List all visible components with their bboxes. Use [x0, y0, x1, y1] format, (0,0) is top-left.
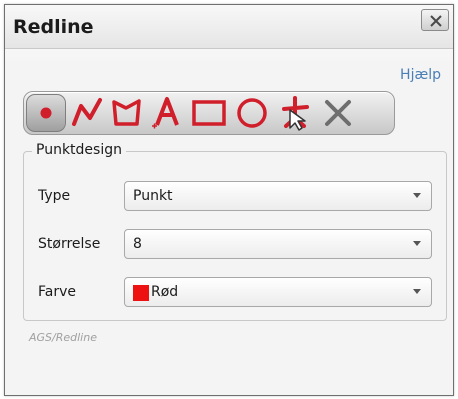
- type-select[interactable]: Punkt: [124, 181, 432, 211]
- color-swatch: [133, 285, 149, 301]
- module-path: AGS/Redline: [29, 331, 97, 344]
- circle-icon: [237, 98, 267, 128]
- color-label: Farve: [38, 284, 77, 300]
- polyline-tool-button[interactable]: [68, 94, 106, 132]
- point-tool-button[interactable]: [26, 94, 66, 132]
- polygon-tool-button[interactable]: [108, 94, 146, 132]
- dialog-title: Redline: [13, 16, 94, 38]
- color-value: Rød: [151, 284, 179, 300]
- circle-tool-button[interactable]: [232, 94, 272, 132]
- size-select[interactable]: 8: [124, 229, 432, 259]
- delete-tool-button[interactable]: [318, 94, 358, 132]
- size-value: 8: [133, 236, 142, 252]
- chevron-down-icon: [413, 289, 421, 294]
- point-icon: [40, 107, 52, 119]
- point-design-legend: Punktdesign: [32, 142, 126, 158]
- move-tool-button[interactable]: [274, 94, 316, 132]
- type-label: Type: [38, 188, 71, 204]
- help-link[interactable]: Hjælp: [400, 67, 441, 83]
- text-icon: [152, 97, 179, 129]
- close-button[interactable]: [421, 9, 449, 31]
- chevron-down-icon: [413, 241, 421, 246]
- move-icon: [282, 96, 309, 131]
- text-tool-button[interactable]: [148, 94, 186, 132]
- chevron-down-icon: [413, 193, 421, 198]
- delete-icon: [325, 100, 351, 126]
- polyline-icon: [72, 98, 102, 126]
- rectangle-tool-button[interactable]: [188, 94, 230, 132]
- point-design-group: Punktdesign Type Punkt Størrelse 8 Farve…: [23, 142, 447, 321]
- type-value: Punkt: [133, 188, 173, 204]
- color-select[interactable]: Rød: [124, 277, 432, 307]
- drawing-toolbar: [23, 91, 395, 135]
- polygon-icon: [112, 99, 141, 126]
- size-label: Størrelse: [38, 236, 101, 252]
- title-bar: Redline: [5, 5, 453, 49]
- rectangle-icon: [192, 100, 226, 126]
- close-icon: [430, 15, 442, 27]
- redline-dialog: Redline Hjælp Punktdesign Type Punkt Stø…: [4, 4, 454, 396]
